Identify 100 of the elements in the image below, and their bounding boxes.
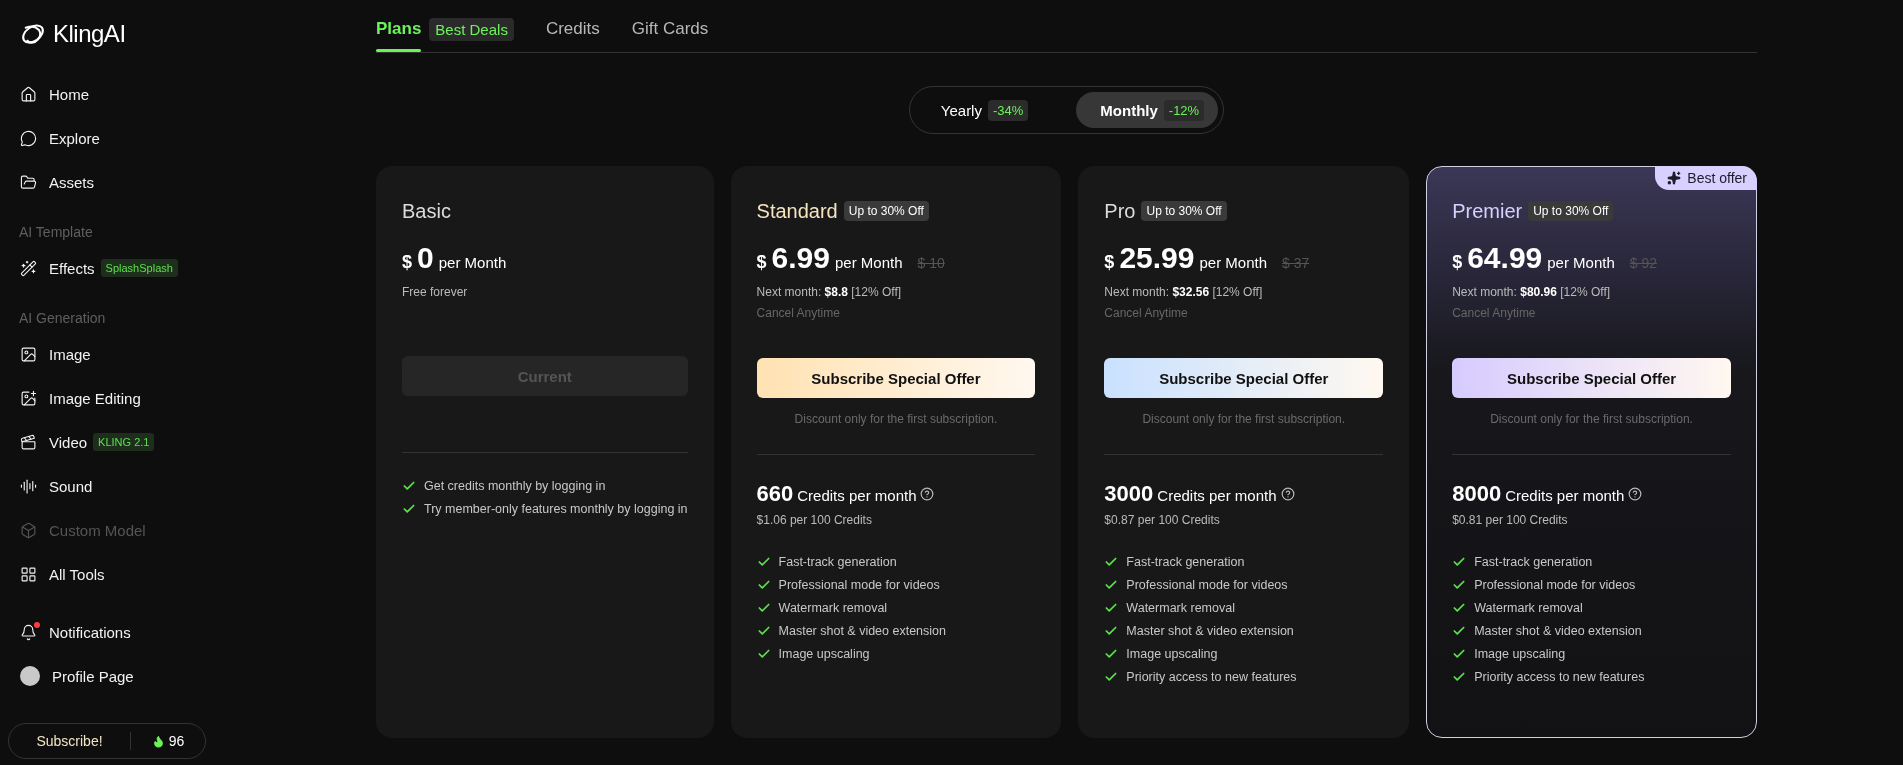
logo-text: KlingAI [53, 20, 126, 48]
cancel-note: Cancel Anytime [1104, 306, 1189, 320]
check-icon [756, 555, 771, 569]
check-icon [756, 578, 771, 592]
section-heading: AI Generation [18, 309, 107, 328]
nav-item[interactable]: Notifications [0, 610, 215, 654]
feature-text: Master shot & video extension [1474, 624, 1642, 638]
avatar [20, 666, 40, 686]
feature-text: Image upscaling [1474, 647, 1566, 661]
next-month-price: Next month: $32.56 [12% Off] [1104, 285, 1264, 299]
price-period: per Month [1547, 254, 1615, 271]
feature-text: Priority access to new features [1474, 670, 1645, 684]
home-icon [20, 85, 37, 103]
currency-sign: $ [756, 252, 767, 273]
image-icon [20, 345, 37, 363]
nav-item[interactable]: All Tools [0, 552, 215, 596]
currency-sign: $ [402, 252, 412, 273]
check-icon [1452, 624, 1467, 638]
currency-sign: $ [1104, 252, 1115, 273]
check-icon [756, 647, 771, 661]
check-icon [1452, 601, 1467, 615]
discount-tag: Up to 30% Off [843, 201, 929, 221]
discount-note: Discount only for the first subscription. [1489, 412, 1694, 426]
nav-tag: SplashSplash [100, 259, 178, 277]
nav-item[interactable]: Explore [0, 116, 215, 160]
check-icon [756, 624, 771, 638]
tab[interactable]: Gift Cards [631, 0, 709, 52]
credit-amount: 8000 [1452, 481, 1502, 507]
check-icon [1104, 670, 1119, 684]
grid-icon [20, 565, 37, 583]
check-icon [1104, 647, 1119, 661]
nav-item[interactable]: Image Editing [0, 376, 215, 420]
check-icon [402, 479, 416, 493]
subscribe-button[interactable]: Subscribe Special Offer [756, 358, 1036, 398]
subscribe-button[interactable]: Subscribe Special Offer [1104, 358, 1384, 398]
check-icon [1104, 624, 1119, 638]
tab[interactable]: Plans Best Deals [376, 0, 514, 52]
credit-rate: $0.81 per 100 Credits [1452, 513, 1569, 527]
nav-item[interactable]: Sound [0, 464, 215, 508]
cancel-note: Cancel Anytime [756, 306, 841, 320]
best-offer-badge: Best offer [1655, 166, 1757, 190]
section-heading: AI Template [18, 223, 94, 242]
old-price: $ 10 [917, 255, 945, 271]
feature-text: Professional mode for videos [1474, 578, 1636, 592]
subscribe-button[interactable]: Subscribe Special Offer [1452, 358, 1731, 398]
feature-text: Image upscaling [1126, 647, 1218, 661]
credits-label: Credits per month [1157, 487, 1277, 504]
credit-rate: $0.87 per 100 Credits [1104, 513, 1221, 527]
image-edit-icon [20, 389, 37, 407]
tab[interactable]: Credits [545, 0, 600, 52]
price-period: per Month [438, 254, 507, 271]
bell-icon [20, 623, 37, 641]
credit-amount: 660 [756, 481, 794, 507]
price: 64.99 [1467, 241, 1543, 275]
feature-text: Master shot & video extension [1126, 624, 1294, 638]
price: 6.99 [771, 241, 830, 275]
feature-text: Get credits monthly by logging in [424, 479, 606, 493]
billing-option[interactable]: Yearly -34% [914, 92, 1043, 128]
price: 25.99 [1119, 241, 1195, 275]
discount-tag: Up to 30% Off [1528, 201, 1614, 221]
feature-text: Priority access to new features [1126, 670, 1297, 684]
feature-text: Fast-track generation [778, 555, 897, 569]
nav-item[interactable]: Effects SplashSplash [0, 246, 215, 290]
subscribe-button[interactable]: Subscribe! [9, 732, 131, 750]
check-icon [1104, 578, 1119, 592]
check-icon [756, 601, 771, 615]
feature-text: Professional mode for videos [1126, 578, 1288, 592]
feature-text: Watermark removal [1126, 601, 1235, 615]
feature-text: Fast-track generation [1126, 555, 1245, 569]
help-icon[interactable] [1280, 487, 1295, 501]
nav-item[interactable]: Home [0, 72, 215, 116]
discount-tag: Up to 30% Off [1141, 201, 1227, 221]
nav-item[interactable]: Video KLING 2.1 [0, 420, 215, 464]
help-icon[interactable] [920, 487, 935, 501]
nav-item[interactable]: Assets [0, 160, 215, 204]
feature-text: Try member-only features monthly by logging in [424, 502, 688, 516]
feature-text: Watermark removal [778, 601, 888, 615]
nav-item[interactable]: Image [0, 332, 215, 376]
feature-text: Master shot & video extension [778, 624, 946, 638]
tab-badge: Best Deals [429, 17, 514, 41]
credit-rate: $1.06 per 100 Credits [756, 513, 873, 527]
check-icon [1104, 555, 1119, 569]
discount-badge: -34% [987, 99, 1029, 121]
magic-wand-icon [20, 259, 37, 277]
nav-item[interactable]: Profile Page [0, 654, 215, 698]
credit-count: 96 [168, 733, 185, 749]
check-icon [1452, 647, 1467, 661]
check-icon [402, 502, 416, 516]
plan-name: Standard [756, 199, 838, 223]
plan-note: Free forever [402, 285, 469, 299]
credits-label: Credits per month [1505, 487, 1625, 504]
sparkle-icon [1667, 171, 1682, 185]
chat-bubble-icon [20, 129, 37, 147]
billing-option[interactable]: Monthly -12% [1076, 92, 1219, 128]
check-icon [1104, 601, 1119, 615]
check-icon [1452, 670, 1467, 684]
video-icon [20, 433, 37, 451]
next-month-price: Next month: $80.96 [12% Off] [1452, 285, 1612, 299]
plan-name: Pro [1104, 199, 1136, 223]
help-icon[interactable] [1628, 487, 1643, 501]
